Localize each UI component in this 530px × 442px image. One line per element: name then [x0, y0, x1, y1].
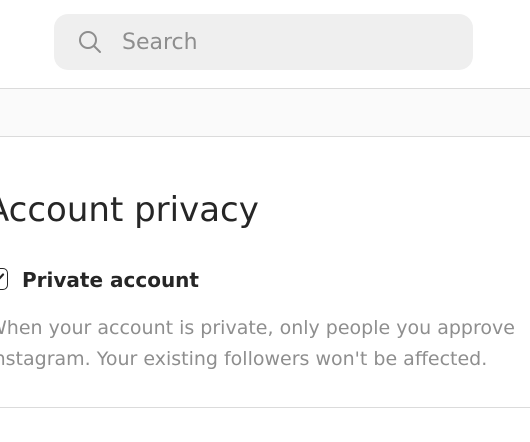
- search-icon: [78, 30, 102, 54]
- private-account-checkbox[interactable]: [0, 268, 8, 290]
- search-bar[interactable]: [54, 14, 473, 70]
- private-account-label[interactable]: Private account: [22, 266, 199, 294]
- privacy-description: When your account is private, only peopl…: [0, 313, 530, 375]
- description-line-2: Instagram. Your existing followers won't…: [0, 348, 488, 370]
- checkmark-icon: [0, 273, 5, 280]
- top-divider-strip: [0, 88, 530, 137]
- bottom-divider: [0, 407, 530, 408]
- description-line-1: When your account is private, only peopl…: [0, 317, 515, 339]
- section-title: Account privacy: [0, 190, 259, 230]
- search-input[interactable]: [122, 14, 452, 70]
